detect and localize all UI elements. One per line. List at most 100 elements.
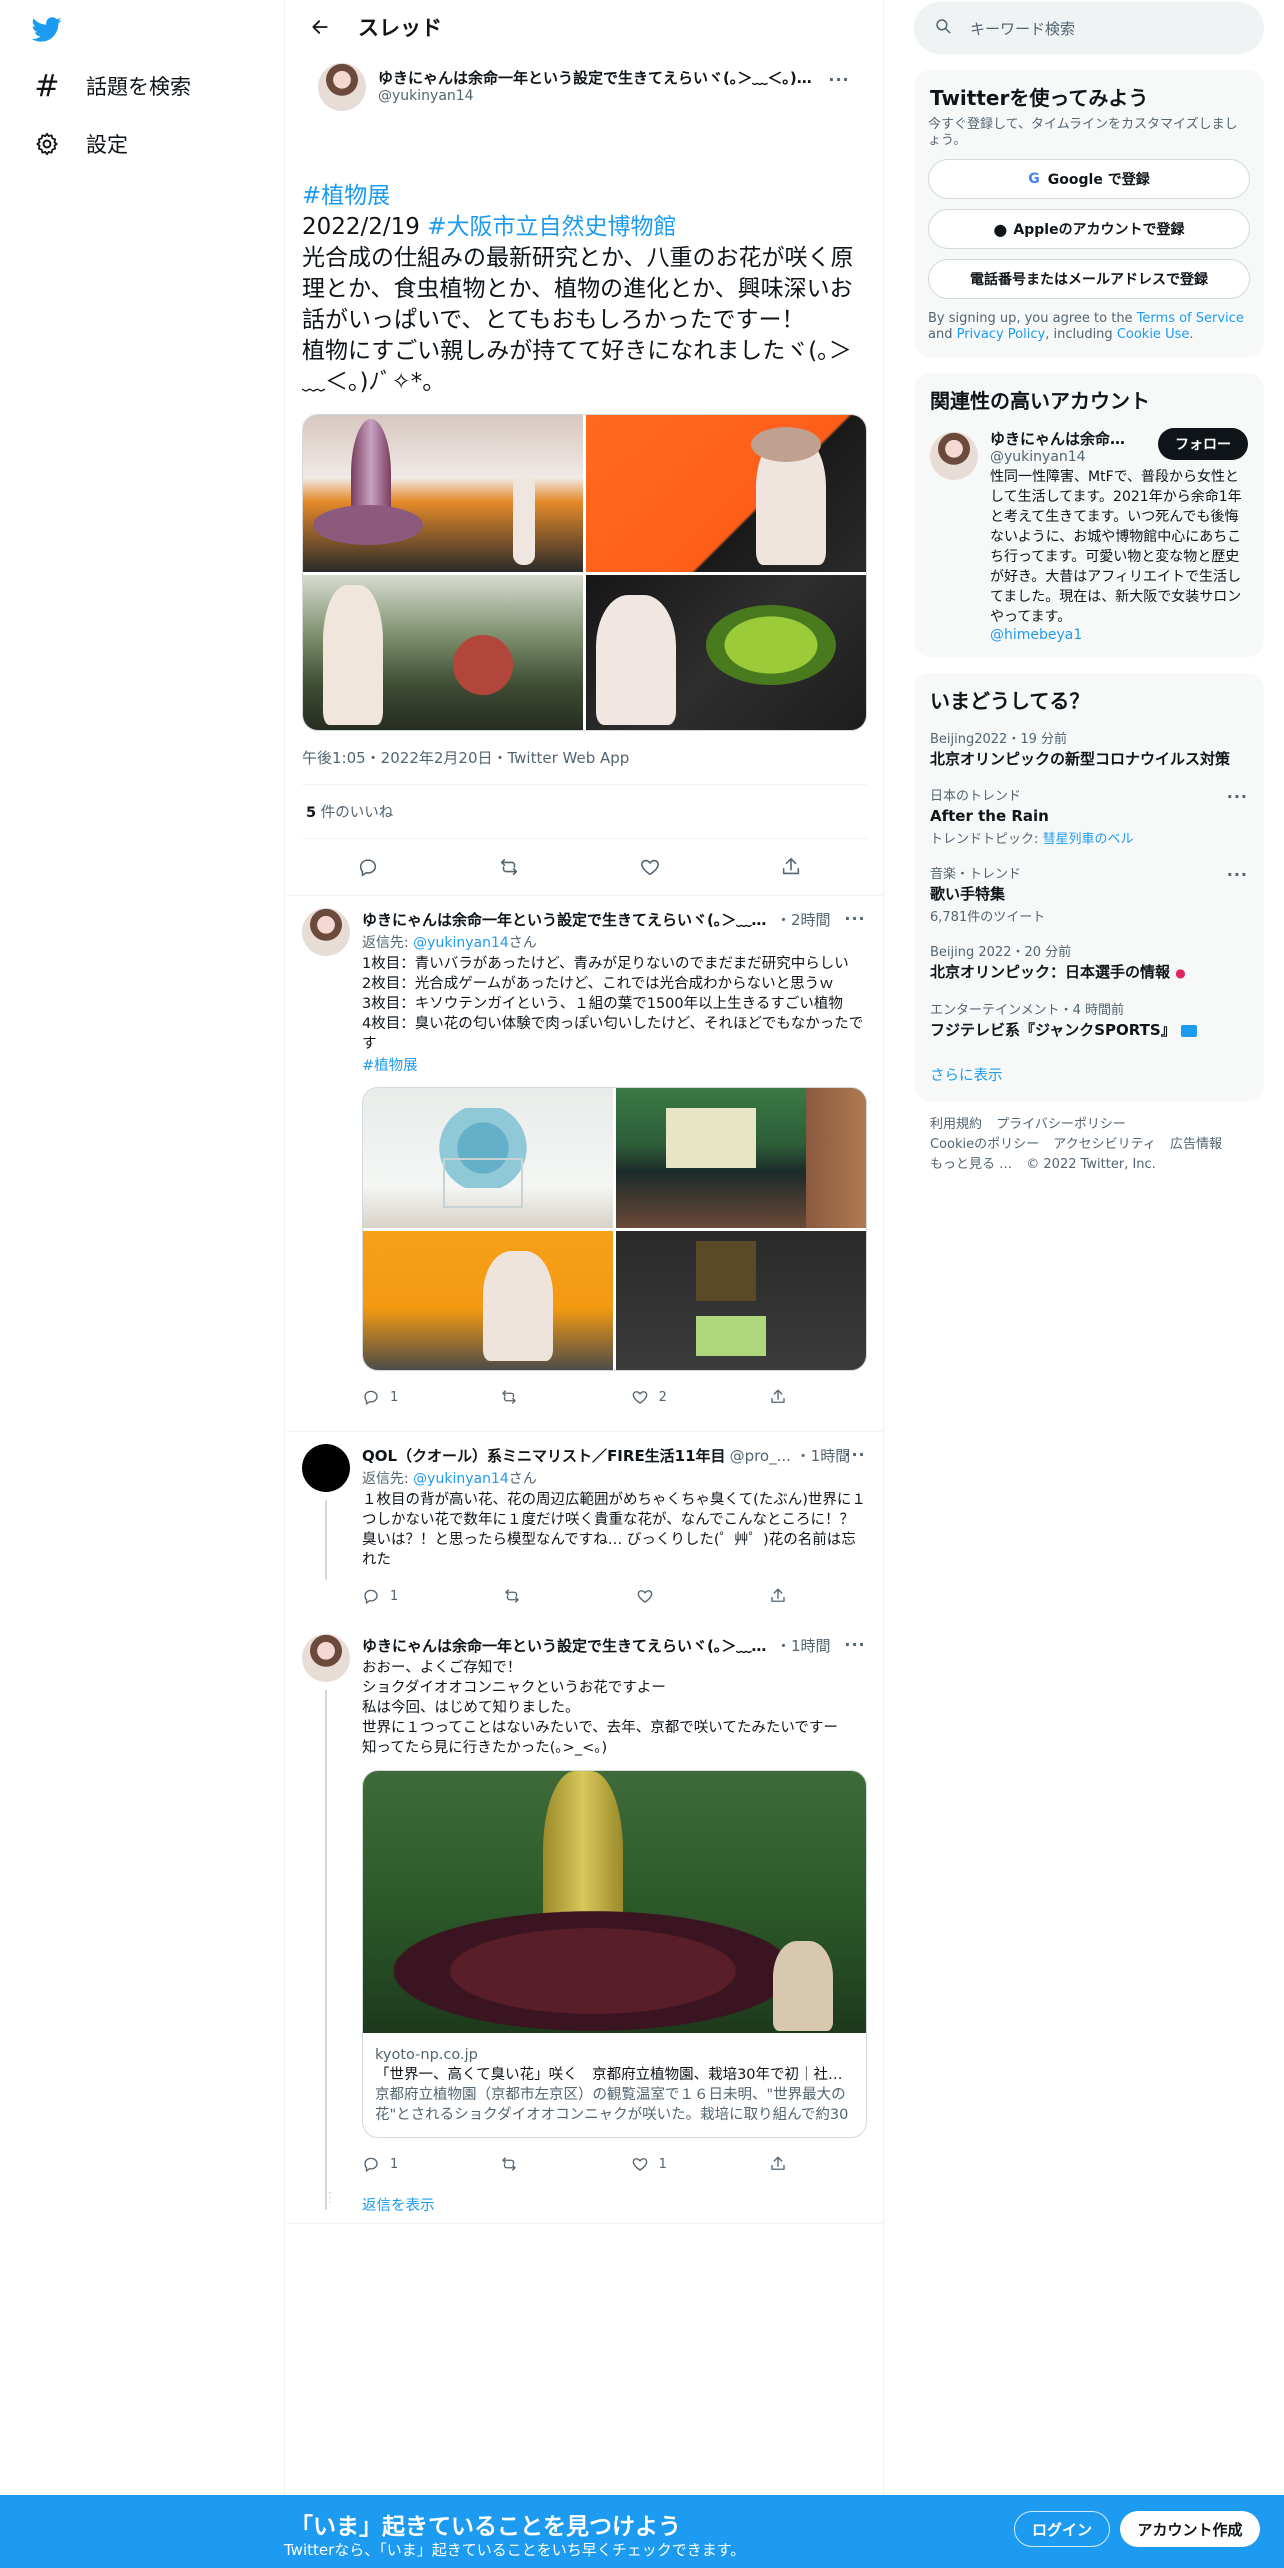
media-photo[interactable]: [616, 1088, 866, 1228]
tweet-time[interactable]: ・1時間: [776, 1635, 831, 1656]
like-icon[interactable]: [639, 856, 671, 878]
nav-explore[interactable]: # 話題を検索: [30, 58, 191, 114]
reply-icon[interactable]: 1: [362, 2155, 398, 2173]
trend-topic-link[interactable]: 彗星列車のベル: [1043, 832, 1134, 847]
reply-tweet[interactable]: ··· ゆきにゃんは余命一年という設定で生きてえらいヾ(｡＞﹏＜｡)ﾉﾞ✧*。 …: [286, 896, 883, 1432]
show-replies-link[interactable]: 返信を表示: [362, 2194, 435, 2215]
date-text: 2022/2/19: [302, 214, 428, 240]
tweet-text: １枚目の背が高い花、花の周辺広範囲がめちゃくちゃ臭くて(たぶん)世界に１つしかな…: [362, 1492, 866, 1568]
share-icon[interactable]: [769, 1587, 797, 1605]
mention-link[interactable]: @himebeya1: [990, 627, 1082, 643]
search-input[interactable]: キーワード検索: [970, 18, 1075, 39]
hashtag-link[interactable]: #大阪市立自然史博物館: [427, 214, 676, 240]
back-arrow-icon[interactable]: [302, 9, 338, 45]
header-bar: スレッド: [286, 0, 883, 53]
more-icon[interactable]: ···: [1227, 787, 1248, 806]
retweet-icon[interactable]: [498, 856, 530, 878]
media-photo[interactable]: [586, 415, 866, 572]
gear-icon: [30, 127, 64, 161]
nav-settings[interactable]: 設定: [30, 116, 128, 172]
retweet-icon[interactable]: [503, 1587, 531, 1605]
trend-item[interactable]: Beijing2022・19 分前 北京オリンピックの新型コロナウイルス対策: [914, 720, 1264, 777]
link-card[interactable]: kyoto-np.co.jp 「世界一、高くて臭い花」咲く 京都府立植物園、栽培…: [362, 1770, 867, 2138]
avatar[interactable]: [930, 432, 978, 480]
tweet-time[interactable]: @pro_... ・1時間: [730, 1445, 851, 1466]
retweet-icon[interactable]: [500, 1388, 528, 1406]
like-icon[interactable]: 2: [631, 1388, 667, 1406]
related-handle[interactable]: @yukinyan14: [990, 449, 1140, 465]
terms-link[interactable]: Terms of Service: [1137, 311, 1244, 326]
reply-icon[interactable]: 1: [362, 1388, 398, 1406]
media-photo[interactable]: [363, 1231, 613, 1370]
footer-link[interactable]: アクセシビリティ: [1053, 1137, 1156, 1152]
related-name[interactable]: ゆきにゃんは余命一年という設定で生きてえらい: [990, 428, 1140, 449]
avatar[interactable]: [302, 1444, 350, 1492]
phone-signup-button[interactable]: 電話番号またはメールアドレスで登録: [928, 259, 1250, 299]
footer-link[interactable]: 利用規約: [930, 1117, 982, 1132]
login-button[interactable]: ログイン: [1014, 2511, 1110, 2547]
avatar[interactable]: [302, 908, 350, 956]
more-icon[interactable]: ···: [1227, 865, 1248, 884]
retweet-icon[interactable]: [500, 2155, 528, 2173]
author-name[interactable]: QOL（クオール）系ミニマリスト／FIRE生活11年目: [362, 1445, 726, 1466]
hashtag-link[interactable]: #植物展: [362, 1058, 418, 1074]
trend-item[interactable]: Beijing 2022・20 分前 北京オリンピック：日本選手の情報 ●: [914, 933, 1264, 991]
cookie-link[interactable]: Cookie Use: [1117, 327, 1190, 342]
footer-link[interactable]: Cookieのポリシー: [930, 1137, 1039, 1152]
focus-tweet: ゆきにゃんは余命一年という設定で生きてえらいヾ(｡＞﹏＜｡)ﾉﾞ✧*。 @yuk…: [286, 53, 883, 895]
tweet-time[interactable]: ・2時間: [776, 909, 831, 930]
media-photo[interactable]: [303, 415, 583, 572]
follow-button[interactable]: フォロー: [1158, 428, 1248, 460]
reply-icon[interactable]: 1: [362, 1587, 398, 1605]
avatar[interactable]: [318, 63, 366, 111]
more-icon[interactable]: ···: [827, 67, 851, 91]
related-title: 関連性の高いアカウント: [930, 389, 1150, 413]
footer-link[interactable]: プライバシーポリシー: [996, 1117, 1126, 1132]
avatar[interactable]: [302, 1634, 350, 1682]
share-icon[interactable]: [769, 2155, 797, 2173]
apple-signup-button[interactable]: ● Appleのアカウントで登録: [928, 209, 1250, 249]
like-icon[interactable]: [636, 1587, 664, 1605]
nav-settings-label: 設定: [86, 133, 128, 157]
likes-row[interactable]: 5 件のいいね: [302, 785, 867, 838]
hashtag-icon: #: [34, 68, 60, 104]
media-photo[interactable]: [616, 1231, 866, 1370]
author-name[interactable]: ゆきにゃんは余命一年という設定で生きてえらいヾ(｡＞﹏＜｡)ﾉﾞ✧*。: [362, 1635, 772, 1656]
nav-explore-label: 話題を検索: [86, 75, 191, 99]
privacy-link[interactable]: Privacy Policy: [957, 327, 1046, 342]
media-photo[interactable]: [363, 1088, 613, 1228]
share-icon[interactable]: [780, 856, 812, 878]
author-name[interactable]: ゆきにゃんは余命一年という設定で生きてえらいヾ(｡＞﹏＜｡)ﾉﾞ✧*。: [362, 909, 772, 930]
author-name[interactable]: ゆきにゃんは余命一年という設定で生きてえらいヾ(｡＞﹏＜｡)ﾉﾞ✧*。: [378, 67, 818, 88]
signup-button[interactable]: アカウント作成: [1120, 2511, 1260, 2547]
tweet-timestamp[interactable]: 午後1:05・2022年2月20日・Twitter Web App: [302, 747, 867, 768]
trend-item[interactable]: エンターテインメント・4 時間前 フジテレビ系『ジャンクSPORTS』: [914, 991, 1264, 1048]
show-replies-row: ⋮ 返信を表示: [286, 2190, 883, 2224]
related-bio: 性同一性障害、MtFで、普段から女性として生活してます。2021年から余命1年と…: [990, 469, 1242, 625]
mention-link[interactable]: @yukinyan14: [413, 935, 509, 951]
trend-item[interactable]: ··· 日本のトレンド After the Rain トレンドトピック: 彗星列…: [914, 777, 1264, 855]
reply-tweet[interactable]: ··· ゆきにゃんは余命一年という設定で生きてえらいヾ(｡＞﹏＜｡)ﾉﾞ✧*。 …: [286, 1622, 883, 2210]
media-photo[interactable]: [586, 575, 866, 730]
share-icon[interactable]: [769, 1388, 797, 1406]
mention-link[interactable]: @yukinyan14: [413, 1471, 509, 1487]
footer-link[interactable]: もっと見る …: [930, 1157, 1012, 1172]
author-handle[interactable]: @yukinyan14: [378, 88, 818, 104]
footer-link[interactable]: 広告情報: [1170, 1137, 1222, 1152]
like-icon[interactable]: 1: [631, 2155, 667, 2173]
google-signup-button[interactable]: G Google で登録: [928, 159, 1250, 199]
signup-card: Twitterを使ってみよう 今すぐ登録して、タイムラインをカスタマイズしましょ…: [914, 70, 1264, 357]
trend-item[interactable]: ··· 音楽・トレンド 歌い手特集 6,781件のツイート: [914, 855, 1264, 933]
link-card-domain: kyoto-np.co.jp: [375, 2047, 478, 2063]
reply-tweet[interactable]: ··· QOL（クオール）系ミニマリスト／FIRE生活11年目 @pro_...…: [286, 1432, 883, 1622]
hashtag-link[interactable]: #植物展: [302, 183, 390, 209]
show-more-link[interactable]: さらに表示: [930, 1068, 1003, 1084]
media-photo[interactable]: [303, 575, 583, 730]
search-bar[interactable]: キーワード検索: [914, 2, 1264, 54]
main-column: スレッド ゆきにゃんは余命一年という設定で生きてえらいヾ(｡＞﹏＜｡)ﾉﾞ✧*。…: [286, 0, 884, 2495]
twitter-logo-icon[interactable]: [30, 14, 64, 44]
reply-icon[interactable]: [357, 856, 389, 878]
bottom-subtitle: Twitterなら、「いま」起きていることをいち早くチェックできます。: [284, 2541, 746, 2559]
tweet-text: 1枚目：青いバラがあったけど、青みが足りないのでまだまだ研究中らしい 2枚目：光…: [362, 956, 864, 1052]
page-title: スレッド: [358, 15, 442, 40]
